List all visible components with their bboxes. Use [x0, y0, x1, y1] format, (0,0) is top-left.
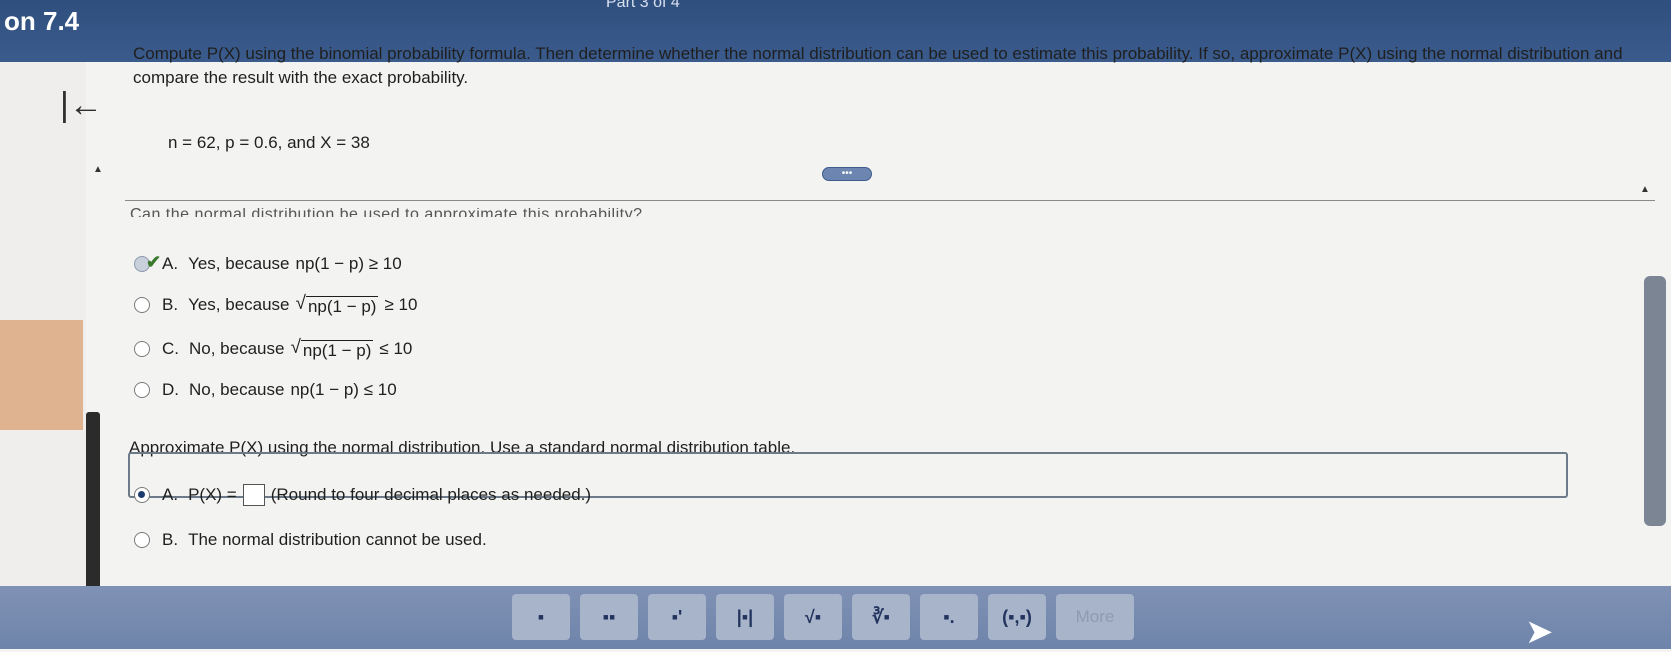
option-letter: A.	[162, 485, 179, 504]
option-letter: B.	[162, 295, 179, 314]
absolute-value-tool-button[interactable]: |▪|	[716, 594, 774, 640]
more-tools-button[interactable]: More	[1056, 594, 1134, 640]
back-to-start-icon[interactable]: |←	[60, 88, 103, 122]
option-b-part2[interactable]: B. The normal distribution cannot be use…	[134, 530, 487, 550]
right-scrollbar[interactable]	[1644, 276, 1666, 526]
sqrt-radicand: np(1 − p)	[300, 340, 374, 360]
option-expression: np(1 − p) ≥ 10	[295, 254, 402, 273]
section-title: on 7.4	[4, 6, 80, 36]
option-c-part1[interactable]: C. No, because √ np(1 − p) ≤ 10	[134, 337, 412, 361]
fraction-tool-button[interactable]: ▪	[512, 594, 570, 640]
radio-button[interactable]	[134, 532, 150, 548]
option-d-part1[interactable]: D. No, because np(1 − p) ≤ 10	[134, 380, 397, 400]
mouse-pointer-icon: ➤	[1525, 613, 1554, 651]
square-root-tool-button[interactable]: √▪	[784, 594, 842, 640]
answer-input[interactable]	[242, 484, 265, 506]
decimal-tool-button[interactable]: ▪.	[920, 594, 978, 640]
radio-button-selected[interactable]	[134, 487, 150, 503]
option-expression: np(1 − p) ≤ 10	[290, 380, 397, 399]
option-letter: D.	[162, 380, 179, 399]
scroll-up-icon[interactable]: ▲	[1640, 184, 1650, 195]
option-b-part1[interactable]: B. Yes, because √ np(1 − p) ≥ 10	[134, 293, 417, 317]
divider-handle[interactable]: •••	[822, 167, 872, 181]
option-text: The normal distribution cannot be used.	[188, 530, 487, 549]
option-prefix: No, because	[189, 339, 285, 358]
sqrt-radicand: np(1 − p)	[305, 296, 379, 316]
nth-root-tool-button[interactable]: ∛▪	[852, 594, 910, 640]
ordered-pair-tool-button[interactable]: (▪,▪)	[988, 594, 1046, 640]
option-letter: C.	[162, 339, 179, 358]
option-prefix: No, because	[189, 380, 285, 399]
correct-check-icon: ✔	[146, 252, 162, 272]
option-suffix: ≤ 10	[379, 339, 413, 358]
square-root-expression: √ np(1 − p)	[295, 293, 379, 316]
option-a-part2[interactable]: A. P(X) = (Round to four decimal places …	[134, 484, 591, 506]
question-text: Compute P(X) using the binomial probabil…	[133, 44, 1623, 87]
option-prefix: Yes, because	[188, 295, 290, 314]
radio-button[interactable]	[134, 341, 150, 357]
part1-prompt: Can the normal distribution be used to a…	[130, 208, 643, 217]
option-a-part1[interactable]: A. Yes, because np(1 − p) ≥ 10	[134, 254, 402, 274]
collapse-up-icon[interactable]: ▲	[93, 164, 103, 175]
part-label: Part 3 of 4	[606, 0, 680, 11]
given-values: n = 62, p = 0.6, and X = 38	[168, 133, 370, 152]
pane-divider	[125, 200, 1655, 201]
exponent-tool-button[interactable]: ▪'	[648, 594, 706, 640]
left-tab	[0, 320, 83, 430]
square-root-expression: √ np(1 − p)	[290, 337, 374, 360]
radio-button[interactable]	[134, 382, 150, 398]
mixed-number-tool-button[interactable]: ▪▪	[580, 594, 638, 640]
option-suffix: ≥ 10	[384, 295, 418, 314]
probability-lhs: P(X) =	[188, 485, 237, 504]
radio-button[interactable]	[134, 297, 150, 313]
option-prefix: Yes, because	[188, 254, 290, 273]
option-letter: A.	[162, 254, 179, 273]
option-letter: B.	[162, 530, 179, 549]
rounding-note: (Round to four decimal places as needed.…	[270, 485, 592, 504]
